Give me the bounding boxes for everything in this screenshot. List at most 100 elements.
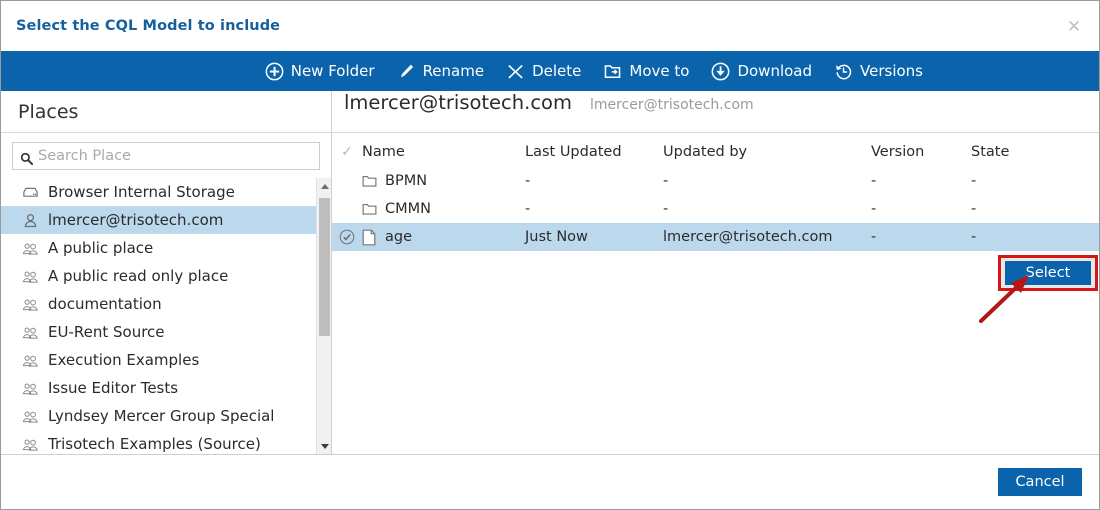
- close-icon[interactable]: ✕: [1063, 16, 1085, 38]
- column-header-updated-by[interactable]: Updated by: [663, 144, 871, 160]
- group-icon: [22, 408, 39, 425]
- new-folder-label: New Folder: [290, 62, 375, 80]
- column-header-last-updated[interactable]: Last Updated: [525, 144, 663, 160]
- cell-name: BPMN: [362, 173, 525, 190]
- move-folder-icon: [603, 62, 622, 81]
- select-button-area: Select: [332, 251, 1099, 291]
- user-icon: [22, 212, 39, 229]
- place-item-label: Execution Examples: [48, 351, 200, 369]
- download-label: Download: [737, 62, 813, 80]
- drive-icon: [22, 184, 39, 201]
- scrollbar-thumb[interactable]: [319, 198, 330, 336]
- table-body: BPMN - - - - CMMN - - - - age Just Now lmercer@triso…: [332, 167, 1099, 251]
- place-item[interactable]: A public place: [1, 234, 316, 262]
- cell-state: -: [971, 229, 977, 245]
- place-item-label: Lyndsey Mercer Group Special: [48, 407, 275, 425]
- column-header-state[interactable]: State: [971, 144, 1099, 160]
- x-icon: [506, 62, 525, 81]
- pencil-icon: [397, 62, 416, 81]
- place-item-label: documentation: [48, 295, 162, 313]
- place-item-label: lmercer@trisotech.com: [48, 211, 224, 229]
- dialog-title: Select the CQL Model to include: [16, 18, 281, 34]
- table-row[interactable]: BPMN - - - -: [332, 167, 1099, 195]
- table-row[interactable]: CMMN - - - -: [332, 195, 1099, 223]
- cell-version: -: [871, 229, 877, 245]
- cancel-button[interactable]: Cancel: [998, 468, 1082, 496]
- group-icon: [22, 296, 39, 313]
- table-row[interactable]: age Just Now lmercer@trisotech.com - -: [332, 223, 1099, 251]
- place-item-label: A public read only place: [48, 267, 229, 285]
- download-circle-icon: [711, 62, 730, 81]
- toolbar: New Folder Rename Delete Move to Downloa: [1, 51, 1099, 91]
- history-icon: [834, 62, 853, 81]
- folder-icon: [362, 173, 377, 190]
- select-all-checkbox[interactable]: ✓: [332, 144, 362, 160]
- page-title: lmercer@trisotech.com: [344, 91, 572, 114]
- dialog-footer: Cancel: [1, 454, 1099, 509]
- cell-state: -: [971, 201, 977, 217]
- group-icon: [22, 324, 39, 341]
- move-to-button[interactable]: Move to: [603, 62, 689, 81]
- place-item[interactable]: lmercer@trisotech.com: [1, 206, 316, 234]
- place-item-label: Trisotech Examples (Source): [48, 435, 261, 453]
- search-place-input[interactable]: [38, 148, 312, 164]
- place-item[interactable]: EU-Rent Source: [1, 318, 316, 346]
- cell-updated-by: lmercer@trisotech.com: [663, 229, 833, 245]
- places-list: Browser Internal Storage lmercer@trisotec…: [1, 178, 316, 454]
- column-header-version[interactable]: Version: [871, 144, 971, 160]
- search-icon: [20, 150, 34, 165]
- cell-version: -: [871, 201, 877, 217]
- versions-button[interactable]: Versions: [834, 62, 923, 81]
- group-icon: [22, 352, 39, 369]
- place-item-label: Browser Internal Storage: [48, 183, 235, 201]
- cell-last-updated: Just Now: [525, 229, 588, 245]
- places-sidebar: Places Browser Internal Storage lmercer@t…: [1, 91, 332, 454]
- place-item[interactable]: Trisotech Examples (Source): [1, 430, 316, 454]
- cell-updated-by: -: [663, 173, 669, 189]
- table-header-row: ✓ Name Last Updated Updated by Version S…: [332, 137, 1099, 167]
- places-scrollbar[interactable]: [316, 178, 331, 454]
- place-item[interactable]: Lyndsey Mercer Group Special: [1, 402, 316, 430]
- group-icon: [22, 268, 39, 285]
- check-circle-icon: [339, 229, 355, 245]
- new-folder-button[interactable]: New Folder: [265, 62, 375, 81]
- place-item[interactable]: Issue Editor Tests: [1, 374, 316, 402]
- delete-button[interactable]: Delete: [506, 62, 581, 81]
- scroll-down-icon[interactable]: [317, 438, 331, 454]
- group-icon: [22, 240, 39, 257]
- scroll-up-icon[interactable]: [317, 178, 331, 194]
- place-item[interactable]: Browser Internal Storage: [1, 178, 316, 206]
- select-button[interactable]: Select: [1005, 261, 1091, 285]
- file-picker-dialog: Select the CQL Model to include ✕ New Fo…: [0, 0, 1100, 510]
- cell-name: age: [362, 229, 525, 246]
- place-item[interactable]: documentation: [1, 290, 316, 318]
- search-place-container: [1, 133, 331, 178]
- place-item[interactable]: A public read only place: [1, 262, 316, 290]
- cell-state: -: [971, 173, 977, 189]
- rename-label: Rename: [422, 62, 485, 80]
- dialog-titlebar: Select the CQL Model to include ✕: [1, 1, 1099, 51]
- file-browser-panel: lmercer@trisotech.com lmercer@trisotech.…: [332, 91, 1099, 454]
- select-button-highlight: Select: [998, 255, 1098, 291]
- place-item[interactable]: Execution Examples: [1, 346, 316, 374]
- plus-circle-icon: [265, 62, 284, 81]
- places-header: Places: [1, 91, 331, 133]
- row-checkbox[interactable]: [332, 229, 362, 245]
- cell-version: -: [871, 173, 877, 189]
- places-list-container: Browser Internal Storage lmercer@trisotec…: [1, 178, 331, 454]
- download-button[interactable]: Download: [711, 62, 812, 81]
- rename-button[interactable]: Rename: [397, 62, 485, 81]
- row-name-label: BPMN: [385, 173, 428, 189]
- group-icon: [22, 436, 39, 453]
- breadcrumb: lmercer@trisotech.com: [589, 97, 754, 113]
- move-to-label: Move to: [629, 62, 690, 80]
- panel-header: lmercer@trisotech.com lmercer@trisotech.…: [332, 91, 1099, 133]
- file-table: ✓ Name Last Updated Updated by Version S…: [332, 133, 1099, 251]
- row-name-label: CMMN: [385, 201, 431, 217]
- cell-updated-by: -: [663, 201, 669, 217]
- place-item-label: EU-Rent Source: [48, 323, 165, 341]
- search-place-box[interactable]: [12, 142, 320, 170]
- folder-icon: [362, 201, 377, 218]
- column-header-name[interactable]: Name: [362, 144, 525, 160]
- place-item-label: A public place: [48, 239, 154, 257]
